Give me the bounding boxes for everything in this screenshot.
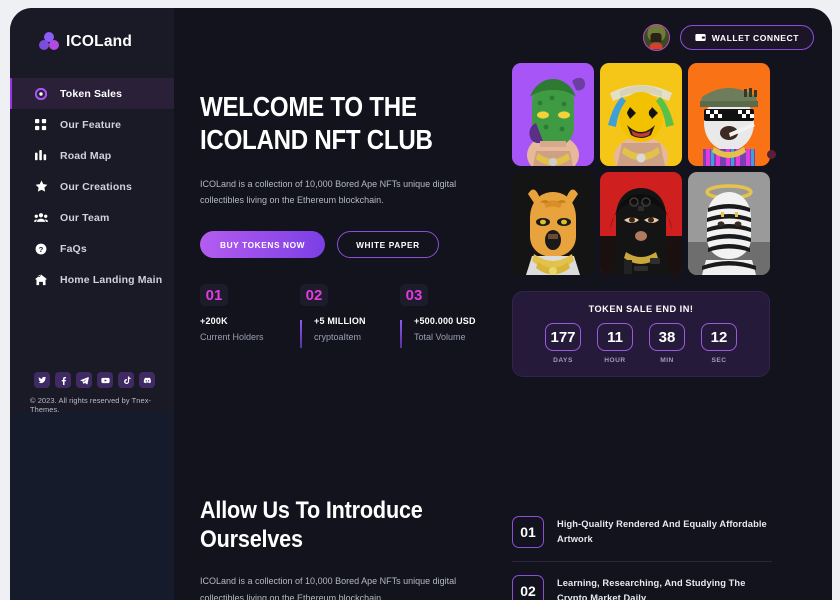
countdown-value: 38 (649, 323, 685, 351)
stat-number: 01 (200, 284, 228, 306)
wallet-icon (695, 33, 706, 42)
stat-value: +5 MILLION (314, 316, 366, 326)
stat-label: Current Holders (200, 332, 264, 342)
svg-text:?: ? (39, 244, 44, 253)
page-title: WELCOME TO THE ICOLAND NFT CLUB (200, 91, 433, 155)
stat-value: +200K (200, 316, 228, 326)
bars-icon (34, 149, 48, 163)
intro-section: Allow Us To Introduce Ourselves ICOLand … (200, 496, 480, 600)
home-icon (34, 273, 48, 287)
intro-subtitle: ICOLand is a collection of 10,000 Bored … (200, 576, 457, 600)
discord-icon[interactable] (139, 372, 155, 388)
feature-text: Learning, Researching, And Studying The … (557, 578, 746, 600)
countdown-unit: SEC (711, 357, 727, 364)
stat-value: +500.000 USD (414, 316, 476, 326)
sidebar-item-label: Our Feature (60, 118, 122, 131)
hero-subtitle: ICOLand is a collection of 10,000 Bored … (200, 179, 457, 205)
nft-gallery (512, 63, 770, 275)
sidebar-item-label: Home Landing Main (60, 273, 163, 286)
wallet-connect-button[interactable]: WALLET CONNECT (679, 25, 814, 50)
social-links (34, 372, 155, 388)
countdown-unit: HOUR (604, 357, 626, 364)
nft-green-lizard-mask[interactable] (512, 63, 594, 166)
countdown-value: 11 (597, 323, 633, 351)
sidebar-item-our-feature[interactable]: Our Feature (10, 109, 174, 140)
stat-label: Total Volume (414, 332, 466, 342)
twitter-icon[interactable] (34, 372, 50, 388)
hero-actions: BUY TOKENS NOW WHITE PAPER (200, 231, 500, 258)
topbar: WALLET CONNECT (642, 24, 814, 51)
feature-number: 01 (512, 516, 544, 548)
stat-number: 03 (400, 284, 428, 306)
countdown-cell-hour: 11 HOUR (597, 323, 633, 364)
countdown-unit: DAYS (553, 357, 573, 364)
nft-black-balaclava[interactable] (600, 172, 682, 275)
white-paper-button[interactable]: WHITE PAPER (337, 231, 439, 258)
sidebar-item-our-creations[interactable]: Our Creations (10, 171, 174, 202)
countdown-value: 12 (701, 323, 737, 351)
users-icon (34, 211, 48, 225)
stat-label: cryptoaItem (314, 332, 362, 342)
sidebar-lower-panel (10, 412, 174, 600)
feature-list: 01 High-Quality Rendered And Equally Aff… (512, 516, 772, 600)
buy-tokens-button[interactable]: BUY TOKENS NOW (200, 231, 326, 258)
sidebar-item-label: Our Team (60, 211, 110, 224)
facebook-icon[interactable] (55, 372, 71, 388)
countdown-cell-min: 38 MIN (649, 323, 685, 364)
countdown-cell-sec: 12 SEC (701, 323, 737, 364)
youtube-icon[interactable] (97, 372, 113, 388)
telegram-icon[interactable] (76, 372, 92, 388)
sidebar-item-label: Our Creations (60, 180, 132, 193)
stat-item: 03 +500.000 USD Total Volume (400, 284, 500, 348)
sidebar-item-label: FaQs (60, 242, 87, 255)
sidebar-item-token-sales[interactable]: Token Sales (10, 78, 174, 109)
feature-text: High-Quality Rendered And Equally Afford… (557, 519, 767, 544)
sidebar-nav: Token Sales Our Feature Road Map Our Cre… (10, 78, 174, 295)
star-icon (34, 180, 48, 194)
brand-logo[interactable]: ICOLand (10, 8, 174, 52)
nft-striped-bandage-halo[interactable] (688, 172, 770, 275)
coin-icon (34, 87, 48, 101)
intro-title: Allow Us To Introduce Ourselves (200, 497, 423, 553)
feature-number: 02 (512, 575, 544, 600)
nft-orange-horned-mask[interactable] (512, 172, 594, 275)
nft-pixel-sunglasses-ape[interactable] (688, 63, 770, 166)
sidebar-item-home-landing-main[interactable]: Home Landing Main (10, 264, 174, 295)
countdown-title: TOKEN SALE END IN! (588, 304, 694, 314)
sidebar-item-road-map[interactable]: Road Map (10, 140, 174, 171)
stat-number: 02 (300, 284, 328, 306)
tiktok-icon[interactable] (118, 372, 134, 388)
sidebar: ICOLand Token Sales Our Feature Road Map (10, 8, 174, 414)
sidebar-item-label: Road Map (60, 149, 112, 162)
grid-icon (34, 118, 48, 132)
stat-item: 01 +200K Current Holders (200, 284, 300, 342)
carousel-dot[interactable] (767, 150, 776, 159)
list-item[interactable]: 02 Learning, Researching, And Studying T… (512, 561, 772, 600)
avatar[interactable] (642, 24, 670, 51)
three-circles-logo-icon (39, 32, 59, 52)
countdown-unit: MIN (660, 357, 674, 364)
app-window: ICOLand Token Sales Our Feature Road Map (10, 8, 832, 600)
list-item[interactable]: 01 High-Quality Rendered And Equally Aff… (512, 516, 772, 561)
wallet-connect-label: WALLET CONNECT (711, 32, 799, 43)
stats-row: 01 +200K Current Holders 02 +5 MILLION c… (200, 284, 500, 348)
sidebar-item-our-team[interactable]: Our Team (10, 202, 174, 233)
sidebar-item-label: Token Sales (60, 87, 123, 100)
countdown-value: 177 (545, 323, 581, 351)
brand-name: ICOLand (66, 33, 132, 50)
countdown-panel: TOKEN SALE END IN! 177 DAYS 11 HOUR 38 M… (512, 291, 770, 377)
stat-item: 02 +5 MILLION cryptoaItem (300, 284, 400, 348)
question-circle-icon: ? (34, 242, 48, 256)
sidebar-item-faqs[interactable]: ? FaQs (10, 233, 174, 264)
countdown-cells: 177 DAYS 11 HOUR 38 MIN 12 SEC (513, 323, 769, 364)
hero-section: WELCOME TO THE ICOLAND NFT CLUB ICOLand … (200, 90, 500, 258)
countdown-cell-days: 177 DAYS (545, 323, 581, 364)
nft-yellow-smiley-mask[interactable] (600, 63, 682, 166)
